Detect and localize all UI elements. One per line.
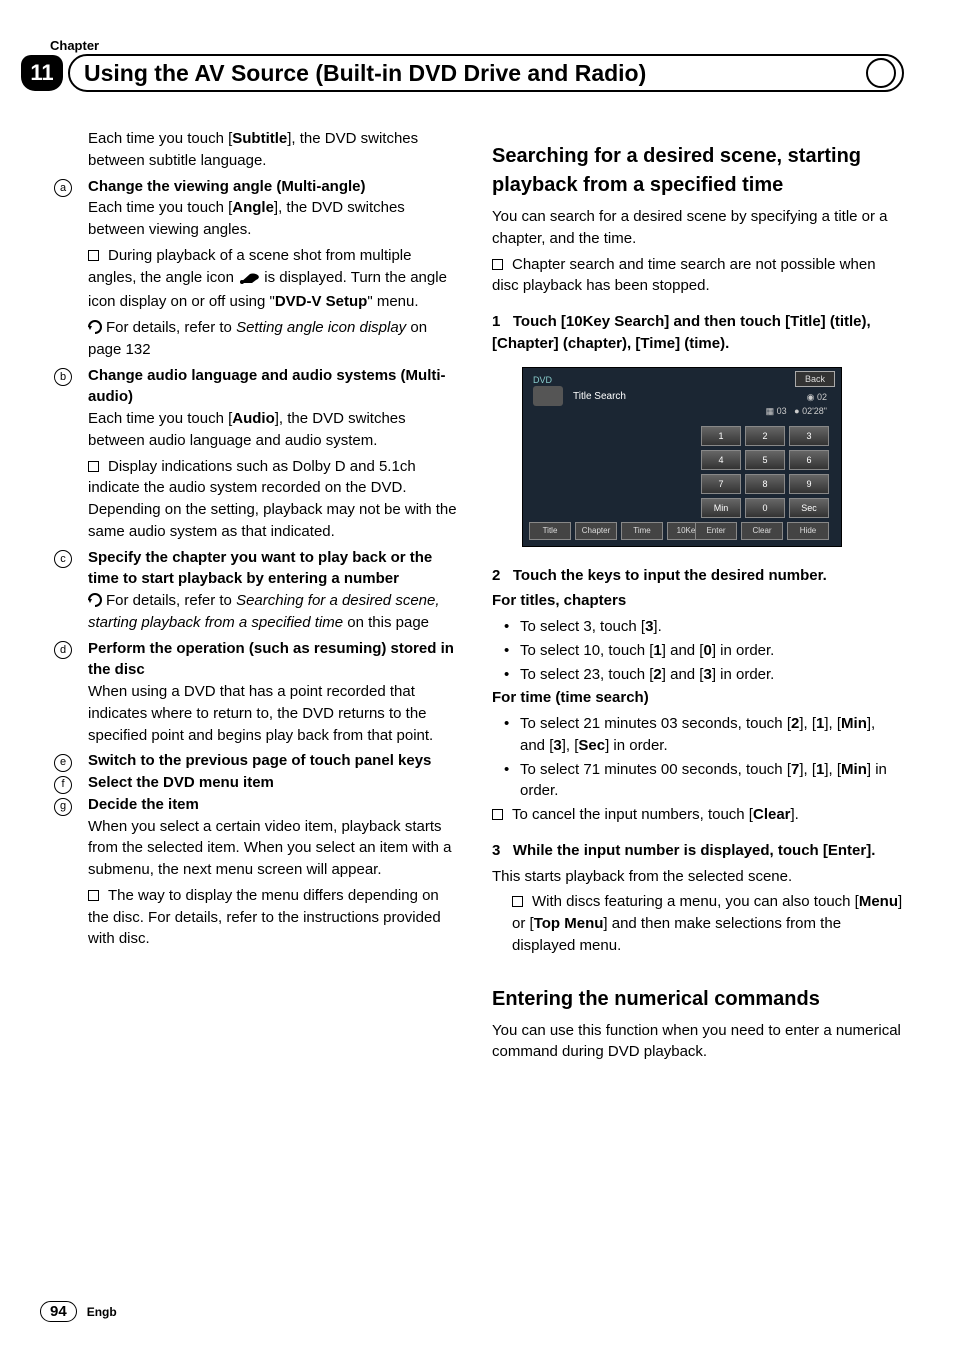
ss-dvd-label: DVD <box>533 374 552 387</box>
item-10-num: a <box>54 179 72 197</box>
ss-key-4: 4 <box>701 450 741 470</box>
reference-icon <box>88 319 102 333</box>
item-12: c Specify the chapter you want to play b… <box>50 547 462 591</box>
note-icon <box>88 461 99 472</box>
item-13: d Perform the operation (such as resumin… <box>50 638 462 682</box>
note-icon <box>88 890 99 901</box>
left-column: Each time you touch [Subtitle], the DVD … <box>50 128 462 1067</box>
page-number: 94 <box>40 1301 77 1322</box>
ss-action-buttons: Enter Clear Hide <box>695 522 829 540</box>
chapter-title-bar: Using the AV Source (Built-in DVD Drive … <box>68 54 904 92</box>
chapter-title: Using the AV Source (Built-in DVD Drive … <box>84 60 646 87</box>
angle-icon <box>238 270 260 292</box>
note-icon <box>88 250 99 261</box>
item-10-title: Change the viewing angle (Multi-angle) <box>88 178 366 195</box>
ss-key-6: 6 <box>789 450 829 470</box>
ss-key-min: Min <box>701 498 741 518</box>
item-15: f Select the DVD menu item <box>50 772 462 794</box>
ss-key-5: 5 <box>745 450 785 470</box>
ss-key-8: 8 <box>745 474 785 494</box>
language-code: Engb <box>87 1305 117 1319</box>
item-15-title: Select the DVD menu item <box>88 774 274 791</box>
item-13-title: Perform the operation (such as resuming)… <box>88 640 454 679</box>
ss-back-button: Back <box>795 371 835 387</box>
ss-title-search: Title Search <box>573 390 626 405</box>
ss-key-sec: Sec <box>789 498 829 518</box>
ss-key-7: 7 <box>701 474 741 494</box>
item-14-num: e <box>54 754 72 772</box>
item-14: e Switch to the previous page of touch p… <box>50 750 462 772</box>
for-titles-label: For titles, chapters <box>492 590 904 612</box>
step-3: While the input number is displayed, tou… <box>513 842 876 859</box>
reference-icon <box>88 592 102 606</box>
ss-tabs: Title Chapter Time 10Key <box>529 522 709 540</box>
right-column: Searching for a desired scene, starting … <box>492 128 904 1067</box>
ss-key-3: 3 <box>789 426 829 446</box>
item-15-num: f <box>54 776 72 794</box>
note-icon <box>512 896 523 907</box>
step-1: Touch [10Key Search] and then touch [Tit… <box>492 313 871 352</box>
item-16: g Decide the item <box>50 794 462 816</box>
item-10: a Change the viewing angle (Multi-angle) <box>50 176 462 198</box>
time-list: To select 21 minutes 03 seconds, touch [… <box>492 713 904 802</box>
ss-clear: Clear <box>741 522 783 540</box>
item-16-num: g <box>54 798 72 816</box>
subtitle-continuation: Each time you touch [Subtitle], the DVD … <box>88 128 462 172</box>
item-13-num: d <box>54 641 72 659</box>
ss-keypad: 1 2 3 4 5 6 7 8 9 Min 0 Sec <box>701 426 829 518</box>
item-14-title: Switch to the previous page of touch pan… <box>88 752 431 769</box>
item-11-num: b <box>54 368 72 386</box>
item-16-title: Decide the item <box>88 796 199 813</box>
step-2: Touch the keys to input the desired numb… <box>513 567 827 584</box>
ss-hide: Hide <box>787 522 829 540</box>
item-11-title: Change audio language and audio systems … <box>88 367 446 406</box>
note-icon <box>492 809 503 820</box>
ui-screenshot: DVD Back Title Search ◉ 02 ▦ 03 ● 02'28"… <box>522 367 842 547</box>
section-heading-search: Searching for a desired scene, starting … <box>492 142 904 200</box>
item-12-num: c <box>54 550 72 568</box>
section-heading-numerical: Entering the numerical commands <box>492 985 904 1014</box>
ss-meta: ◉ 02 ▦ 03 ● 02'28" <box>766 390 827 418</box>
ss-key-1: 1 <box>701 426 741 446</box>
ss-enter: Enter <box>695 522 737 540</box>
note-icon <box>492 259 503 270</box>
ss-disc-icon <box>533 386 563 406</box>
for-time-label: For time (time search) <box>492 687 904 709</box>
chapter-label: Chapter <box>50 38 99 53</box>
ss-key-2: 2 <box>745 426 785 446</box>
item-12-title: Specify the chapter you want to play bac… <box>88 549 432 588</box>
ss-tab-time: Time <box>621 522 663 540</box>
chapter-number-badge: 11 <box>21 55 63 91</box>
ss-tab-chapter: Chapter <box>575 522 617 540</box>
page-footer: 94 Engb <box>40 1301 117 1322</box>
item-11: b Change audio language and audio system… <box>50 365 462 409</box>
ss-tab-title: Title <box>529 522 571 540</box>
ss-key-9: 9 <box>789 474 829 494</box>
ss-key-0: 0 <box>745 498 785 518</box>
titles-list: To select 3, touch [3]. To select 10, to… <box>492 616 904 685</box>
